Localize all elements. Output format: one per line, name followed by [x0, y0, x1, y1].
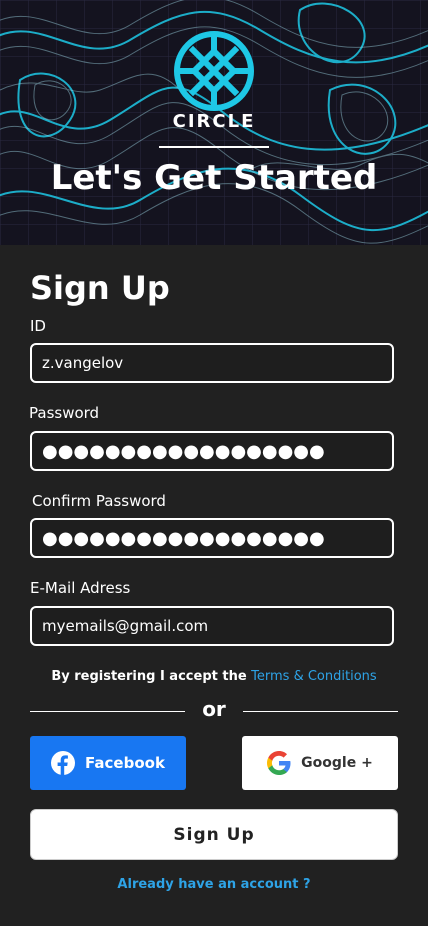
terms-prefix: By registering I accept the [51, 669, 252, 684]
facebook-button[interactable]: Facebook [30, 736, 186, 790]
sign-up-button-label: Sign Up [173, 824, 255, 845]
google-button[interactable]: Google + [242, 736, 398, 790]
id-label: ID [30, 317, 46, 335]
page-title: Sign Up [30, 269, 170, 307]
confirm-password-field[interactable] [30, 518, 394, 558]
email-field[interactable] [30, 606, 394, 646]
password-label: Password [29, 404, 100, 422]
or-divider-text: or [202, 697, 226, 721]
brand-name: CIRCLE [172, 111, 256, 132]
signup-form: Sign Up ID Password Confirm Password E-M… [0, 245, 428, 926]
password-field[interactable] [30, 431, 394, 471]
terms-text: By registering I accept the Terms & Cond… [0, 669, 428, 684]
terms-link[interactable]: Terms & Conditions [251, 669, 377, 684]
sign-up-button[interactable]: Sign Up [30, 809, 398, 860]
facebook-icon [51, 751, 76, 775]
id-field[interactable] [30, 343, 394, 383]
google-icon [267, 751, 291, 775]
hero-banner: CIRCLE Let's Get Started [0, 0, 428, 245]
facebook-label: Facebook [85, 754, 165, 772]
confirm-password-label: Confirm Password [32, 492, 166, 510]
google-label: Google + [301, 755, 373, 771]
circle-knot-logo-icon [174, 31, 254, 111]
divider-right [243, 711, 398, 712]
headline: Let's Get Started [50, 158, 378, 198]
email-label: E-Mail Adress [30, 579, 131, 597]
brand-divider [159, 146, 269, 148]
login-link[interactable]: Already have an account ? [0, 877, 428, 892]
